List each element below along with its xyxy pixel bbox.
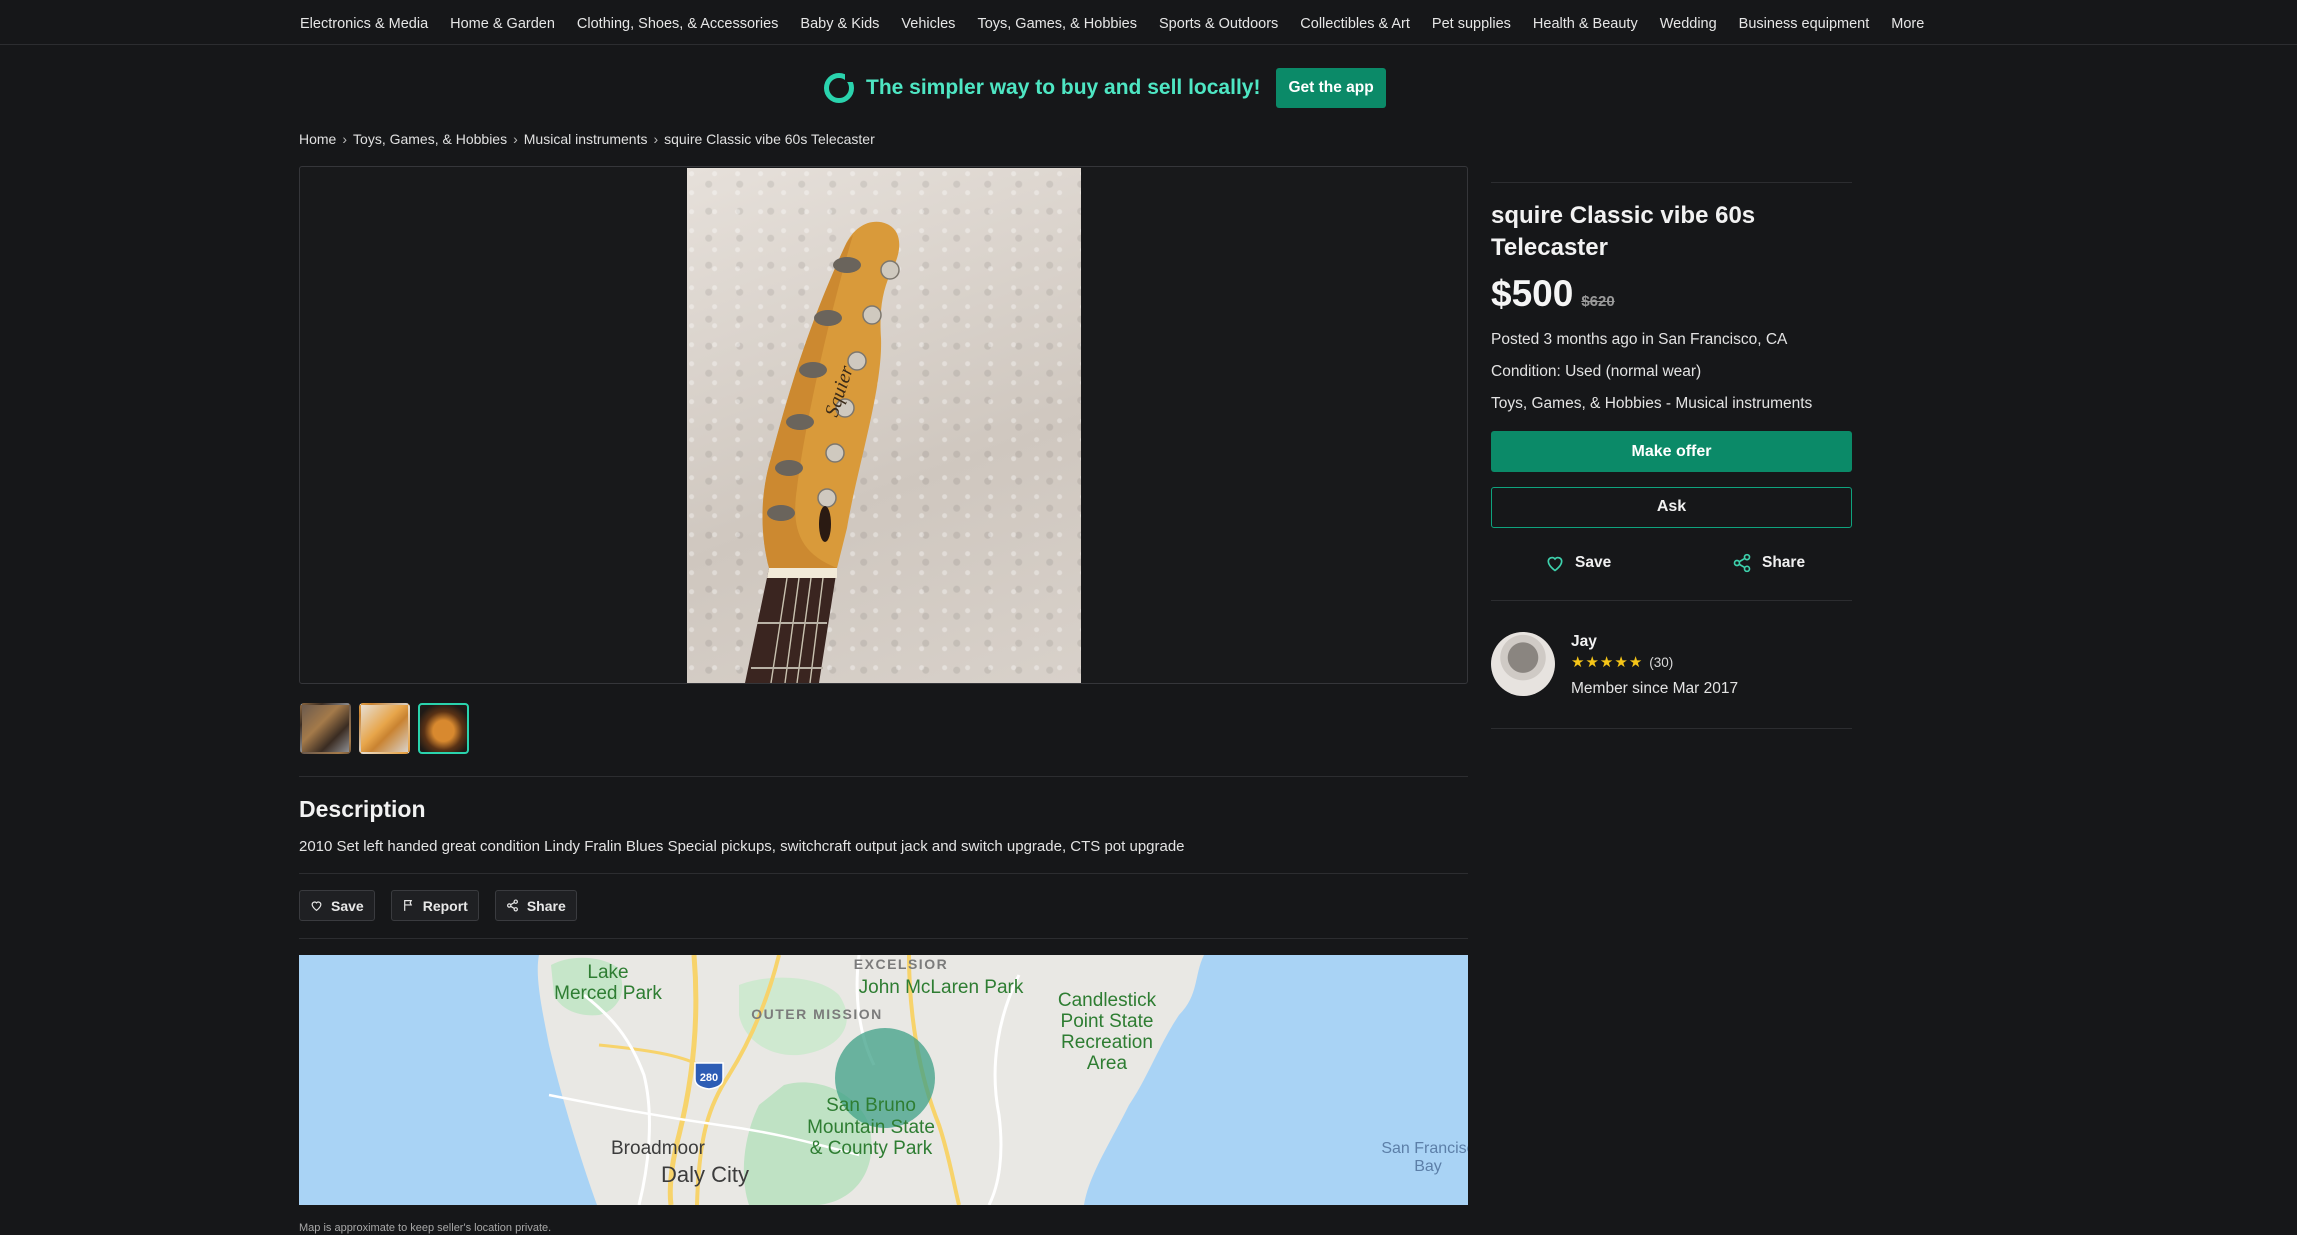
category-nav-item[interactable]: Vehicles xyxy=(901,16,955,32)
divider xyxy=(299,776,1468,777)
member-since: Member since Mar 2017 xyxy=(1571,680,1739,697)
star-icon: ★ xyxy=(1599,654,1614,671)
listing-actions: Save Report Share xyxy=(299,890,577,921)
star-icon: ★ xyxy=(1614,654,1628,671)
rating-count: (30) xyxy=(1649,655,1674,670)
report-label: Report xyxy=(422,897,468,914)
breadcrumb-category[interactable]: Toys, Games, & Hobbies xyxy=(353,131,507,147)
listing-price: $500 xyxy=(1491,273,1574,314)
category-nav-item[interactable]: Health & Beauty xyxy=(1533,16,1638,32)
category-nav-item[interactable]: Sports & Outdoors xyxy=(1159,16,1278,32)
flag-icon xyxy=(403,900,412,911)
side-save-label: Save xyxy=(1575,554,1612,571)
main-listing-photo[interactable]: Squier xyxy=(687,168,1081,683)
map-label-outer-mission: OUTER MISSION xyxy=(751,1006,883,1022)
map-label-excelsior: EXCELSIOR xyxy=(854,956,948,972)
star-icon: ★ xyxy=(1571,654,1585,671)
banner-text: The simpler way to buy and sell locally! xyxy=(866,76,1261,99)
app-banner: The simpler way to buy and sell locally!… xyxy=(824,68,1386,108)
category-nav-item[interactable]: Electronics & Media xyxy=(300,16,428,32)
image-gallery[interactable]: Squier xyxy=(299,166,1468,684)
divider xyxy=(1491,182,1852,183)
category-nav-item[interactable]: Collectibles & Art xyxy=(1300,16,1410,32)
map-label-candlestick-2: Point State xyxy=(1061,1011,1154,1032)
seller-rating: ★ ★ ★ ★ ★ (30) xyxy=(1571,655,1673,670)
divider xyxy=(299,873,1468,874)
map-label-candlestick-4: Area xyxy=(1087,1053,1128,1074)
share-label: Share xyxy=(526,897,566,914)
map-label-sanbruno-3: & County Park xyxy=(810,1138,933,1159)
map-label-sanbruno-1: San Bruno xyxy=(826,1095,916,1116)
map-label-candlestick-3: Recreation xyxy=(1061,1032,1153,1053)
category-nav-list: Electronics & Media Home & Garden Clothing… xyxy=(300,16,1924,32)
category-nav-item[interactable]: Baby & Kids xyxy=(800,16,879,32)
breadcrumb: Home › Toys, Games, & Hobbies › Musical … xyxy=(299,131,875,147)
category-nav-item[interactable]: Home & Garden xyxy=(450,16,555,32)
map-label-sf-bay-1: San Francisc xyxy=(1381,1140,1468,1157)
map-label-merced-park: Merced Park xyxy=(554,983,662,1004)
category-info: Toys, Games, & Hobbies - Musical instrum… xyxy=(1491,395,1813,412)
thumbnail-2[interactable] xyxy=(359,703,410,754)
breadcrumb-separator: › xyxy=(653,131,659,147)
breadcrumb-subcategory[interactable]: Musical instruments xyxy=(524,131,648,147)
share-icon xyxy=(506,899,518,912)
price-row: $500 $620 xyxy=(1491,273,1615,315)
save-button[interactable]: Save xyxy=(299,890,375,921)
save-label: Save xyxy=(331,897,364,914)
thumbnail-3[interactable] xyxy=(418,703,469,754)
listing-title: squire Classic vibe 60s Telecaster xyxy=(1491,202,1756,261)
share-icon xyxy=(1733,553,1751,573)
divider xyxy=(1491,600,1852,601)
seller-avatar[interactable] xyxy=(1491,632,1555,696)
breadcrumb-separator: › xyxy=(513,131,518,147)
original-price: $620 xyxy=(1581,293,1615,310)
description-heading: Description xyxy=(299,796,426,822)
location-map[interactable]: Lake Merced Park John McLaren Park Candl… xyxy=(299,955,1468,1205)
category-nav-item[interactable]: Wedding xyxy=(1660,16,1717,32)
report-button[interactable]: Report xyxy=(390,890,479,921)
map-label-sanbruno-2: Mountain State xyxy=(807,1117,935,1138)
category-nav: Electronics & Media Home & Garden Clothing… xyxy=(0,0,2297,45)
breadcrumb-home[interactable]: Home xyxy=(299,131,336,147)
map-label-lake: Lake xyxy=(587,962,628,983)
category-nav-item[interactable]: Clothing, Shoes, & Accessories xyxy=(577,16,779,32)
heart-icon xyxy=(1547,556,1563,572)
category-nav-item[interactable]: Toys, Games, & Hobbies xyxy=(977,16,1137,32)
map-label-sf-bay-2: Bay xyxy=(1414,1158,1442,1175)
posted-info: Posted 3 months ago in San Francisco, CA xyxy=(1491,331,1788,348)
share-button[interactable]: Share xyxy=(494,890,577,921)
category-nav-item[interactable]: More xyxy=(1891,16,1924,32)
thumbnail-strip xyxy=(300,703,469,754)
description-text: 2010 Set left handed great condition Lin… xyxy=(299,838,1185,855)
side-share-button[interactable]: Share xyxy=(1732,553,1805,573)
breadcrumb-current: squire Classic vibe 60s Telecaster xyxy=(664,131,875,147)
star-icon: ★ xyxy=(1628,654,1643,671)
side-share-label: Share xyxy=(1762,554,1806,571)
map-label-candlestick-1: Candlestick xyxy=(1058,990,1157,1011)
map-caption: Map is approximate to keep seller's loca… xyxy=(299,1222,552,1234)
map-label-mclaren: John McLaren Park xyxy=(859,977,1024,998)
category-nav-item[interactable]: Pet supplies xyxy=(1432,16,1511,32)
map-label-broadmoor: Broadmoor xyxy=(611,1138,706,1159)
offerup-logo-icon xyxy=(824,73,854,103)
map-label-daly-city: Daly City xyxy=(661,1162,749,1187)
get-the-app-button[interactable]: Get the app xyxy=(1276,68,1386,108)
map-label-i280: 280 xyxy=(700,1072,718,1084)
star-icon: ★ xyxy=(1585,654,1599,671)
make-offer-button[interactable]: Make offer xyxy=(1491,431,1852,472)
side-save-button[interactable]: Save xyxy=(1545,553,1611,573)
condition-info: Condition: Used (normal wear) xyxy=(1491,363,1702,380)
divider xyxy=(1491,728,1852,729)
heart-icon xyxy=(311,901,322,912)
ask-button[interactable]: Ask xyxy=(1491,487,1852,528)
thumbnail-1[interactable] xyxy=(300,703,351,754)
category-nav-item[interactable]: Business equipment xyxy=(1739,16,1870,32)
seller-name[interactable]: Jay xyxy=(1571,633,1597,651)
breadcrumb-separator: › xyxy=(342,131,348,147)
divider xyxy=(299,938,1468,939)
